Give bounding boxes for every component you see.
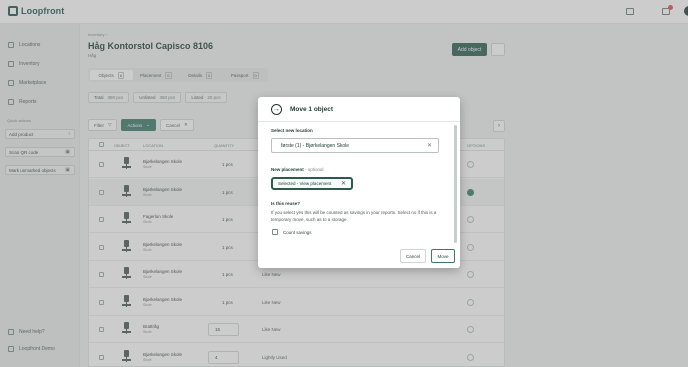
move-arrow-icon: →	[271, 104, 282, 115]
select-location-label: Select new location	[271, 128, 313, 133]
new-placement-label: New placement - optional	[271, 167, 324, 172]
clear-icon[interactable]: ✕	[427, 142, 432, 149]
dialog-scrollbar[interactable]	[454, 125, 457, 243]
clear-placement-icon[interactable]: ✕	[341, 180, 346, 187]
optional-text: - optional	[305, 167, 324, 172]
reuse-label: Is this reuse?	[271, 201, 301, 206]
location-value: første (1) - Bjørkelangen Skole	[281, 143, 350, 149]
reuse-description: If you select yes this will be counted a…	[271, 210, 437, 222]
count-savings-checkbox[interactable]	[272, 229, 278, 235]
cancel-button[interactable]: Cancel	[400, 249, 426, 263]
dialog-title: Move 1 object	[290, 106, 333, 113]
dialog-header: → Move 1 object	[258, 97, 460, 122]
count-savings-label[interactable]: Count savings	[283, 230, 312, 235]
placement-value: Selected - View placement	[278, 181, 332, 186]
location-select[interactable]: første (1) - Bjørkelangen Skole ✕	[271, 138, 439, 153]
move-button[interactable]: Move	[431, 249, 455, 263]
new-placement-text: New placement	[271, 167, 304, 172]
move-object-dialog: → Move 1 object Select new location førs…	[258, 97, 460, 268]
placement-selector[interactable]: Selected - View placement ✕	[271, 177, 353, 190]
